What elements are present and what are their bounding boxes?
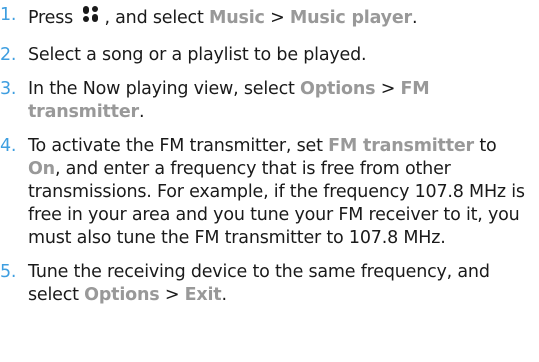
menu-item-options: Options <box>300 79 376 99</box>
step-end: . <box>221 285 227 305</box>
step-text: Select a song or a playlist to be played… <box>28 45 367 65</box>
step-text: In the Now playing view, select <box>28 79 295 99</box>
menu-item-exit: Exit <box>184 285 222 305</box>
step-text: to <box>479 136 497 156</box>
step-number: 2. <box>0 45 17 65</box>
menu-item-music-player: Music player <box>289 8 412 28</box>
step-text: Press <box>28 8 74 28</box>
step-5: 5. Tune the receiving device to the same… <box>0 261 539 307</box>
step-1: 1. Press , and select Music > Music play… <box>0 4 539 33</box>
menu-separator: > <box>164 285 180 305</box>
instruction-steps: 1. Press , and select Music > Music play… <box>0 0 539 307</box>
step-2: 2. Select a song or a playlist to be pla… <box>0 44 539 67</box>
step-number: 5. <box>0 262 17 282</box>
setting-value-on: On <box>28 159 55 179</box>
step-text: , and enter a frequency that is free fro… <box>28 159 525 248</box>
step-3: 3. In the Now playing view, select Optio… <box>0 78 539 124</box>
menu-separator: > <box>380 79 396 99</box>
step-number: 4. <box>0 136 17 156</box>
menu-item-options: Options <box>84 285 160 305</box>
step-text: To activate the FM transmitter, set <box>28 136 323 156</box>
setting-fm-transmitter: FM transmitter <box>328 136 474 156</box>
menu-separator: > <box>270 8 285 28</box>
menu-key-icon <box>80 4 102 33</box>
step-text: , and select <box>104 8 204 28</box>
step-number: 1. <box>0 5 17 25</box>
menu-item-music: Music <box>209 8 265 28</box>
step-end: . <box>138 102 145 122</box>
step-4: 4. To activate the FM transmitter, set F… <box>0 135 539 250</box>
step-number: 3. <box>0 79 17 99</box>
step-end: . <box>411 8 418 28</box>
